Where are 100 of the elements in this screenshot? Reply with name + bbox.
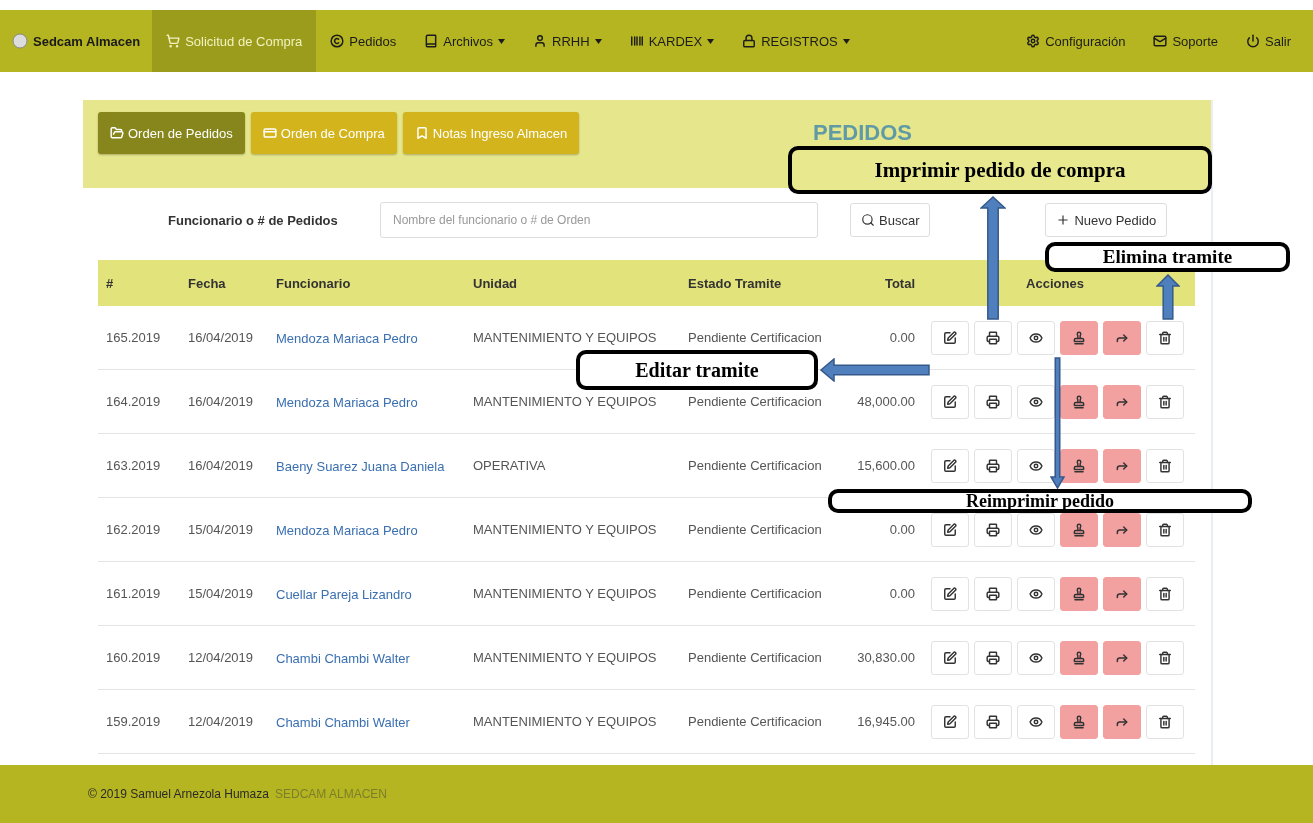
- edit-icon: [943, 586, 957, 601]
- column-header: Total: [883, 275, 915, 291]
- nav-item[interactable]: Configuración: [1012, 10, 1140, 72]
- nav-item[interactable]: RRHH: [519, 10, 616, 72]
- brand-link[interactable]: Sedcam Almacen: [8, 10, 153, 72]
- table-cell-text: 0.00: [888, 330, 915, 345]
- eye-icon: [1029, 394, 1043, 409]
- forward-button[interactable]: [1103, 576, 1141, 611]
- delete-button[interactable]: [1146, 384, 1184, 419]
- nav-item[interactable]: REGISTROS: [728, 10, 864, 72]
- employee-link[interactable]: Baeny Suarez Juana Daniela: [268, 458, 445, 474]
- table-cell-text: Pendiente Certificacion: [687, 458, 823, 473]
- lock-icon: [742, 34, 757, 48]
- print-button[interactable]: [974, 576, 1012, 611]
- column-header: Acciones: [1025, 275, 1085, 291]
- edit-button[interactable]: [931, 640, 969, 675]
- table-cell-text: MANTENIMIENTO Y EQUIPOS: [472, 650, 658, 665]
- table-cell-text: Pendiente Certificacion: [687, 586, 823, 601]
- nav-item[interactable]: Archivos: [410, 10, 520, 72]
- table-cell-text: 12/04/2019: [187, 714, 255, 729]
- stamp-button[interactable]: [1060, 704, 1098, 739]
- table-cell-text: MANTENIMIENTO Y EQUIPOS: [472, 714, 658, 729]
- print-button[interactable]: [974, 704, 1012, 739]
- stamp-button[interactable]: [1060, 384, 1098, 419]
- forward-button[interactable]: [1103, 704, 1141, 739]
- trash-icon: [1158, 650, 1172, 665]
- forward-button[interactable]: [1103, 640, 1141, 675]
- print-button[interactable]: [974, 320, 1012, 355]
- view-button[interactable]: [1017, 576, 1055, 611]
- trash-icon: [1158, 330, 1172, 345]
- view-button[interactable]: [1017, 704, 1055, 739]
- stamp-icon: [1072, 650, 1086, 665]
- view-button[interactable]: [1017, 512, 1055, 547]
- stamp-button[interactable]: [1060, 448, 1098, 483]
- forward-button[interactable]: [1103, 512, 1141, 547]
- delete-button[interactable]: [1146, 640, 1184, 675]
- table-cell-text: MANTENIMIENTO Y EQUIPOS: [472, 394, 658, 409]
- print-button[interactable]: [974, 640, 1012, 675]
- print-button[interactable]: [974, 512, 1012, 547]
- user-icon: [533, 34, 548, 48]
- view-button[interactable]: [1017, 320, 1055, 355]
- table-cell-text: Pendiente Certificacion: [687, 330, 823, 345]
- forward-button[interactable]: [1103, 320, 1141, 355]
- stamp-icon: [1072, 586, 1086, 601]
- view-button[interactable]: [1017, 384, 1055, 419]
- tab[interactable]: Orden de Pedidos: [98, 112, 245, 154]
- nav-item[interactable]: Salir: [1232, 10, 1305, 72]
- edit-icon: [943, 458, 957, 473]
- page-title: PEDIDOS: [813, 120, 914, 146]
- edit-button[interactable]: [931, 320, 969, 355]
- search-label: Funcionario o # de Pedidos: [168, 212, 339, 228]
- table-cell-text: OPERATIVA: [472, 458, 547, 473]
- edit-button[interactable]: [931, 384, 969, 419]
- delete-button[interactable]: [1146, 320, 1184, 355]
- trash-icon: [1158, 458, 1172, 473]
- stamp-button[interactable]: [1060, 576, 1098, 611]
- delete-button[interactable]: [1146, 448, 1184, 483]
- print-button[interactable]: [974, 384, 1012, 419]
- trash-icon: [1158, 586, 1172, 601]
- search-icon: [861, 213, 875, 227]
- edit-icon: [943, 394, 957, 409]
- print-button[interactable]: [974, 448, 1012, 483]
- edit-button[interactable]: [931, 448, 969, 483]
- employee-link[interactable]: Mendoza Mariaca Pedro: [268, 394, 418, 410]
- eye-icon: [1029, 330, 1043, 345]
- delete-button[interactable]: [1146, 512, 1184, 547]
- delete-button[interactable]: [1146, 576, 1184, 611]
- edit-button[interactable]: [931, 512, 969, 547]
- table-cell-text: 165.2019: [105, 330, 162, 345]
- employee-link[interactable]: Chambi Chambi Walter: [268, 650, 410, 666]
- view-button[interactable]: [1017, 640, 1055, 675]
- employee-link[interactable]: Mendoza Mariaca Pedro: [268, 330, 418, 346]
- forward-button[interactable]: [1103, 448, 1141, 483]
- stamp-button[interactable]: [1060, 640, 1098, 675]
- employee-link[interactable]: Cuellar Pareja Lizandro: [268, 586, 412, 602]
- view-button[interactable]: [1017, 448, 1055, 483]
- nav-item[interactable]: Soporte: [1139, 10, 1232, 72]
- delete-button[interactable]: [1146, 704, 1184, 739]
- nav-item[interactable]: Pedidos: [316, 10, 411, 72]
- stamp-icon: [1072, 330, 1086, 345]
- table-cell-text: 159.2019: [105, 714, 162, 729]
- forward-button[interactable]: [1103, 384, 1141, 419]
- search-field[interactable]: Nombre del funcionario o # de Orden: [380, 202, 818, 238]
- edit-button[interactable]: [931, 576, 969, 611]
- search-button[interactable]: Buscar: [850, 203, 931, 237]
- edit-icon: [943, 714, 957, 729]
- employee-link[interactable]: Mendoza Mariaca Pedro: [268, 522, 418, 538]
- nav-item[interactable]: KARDEX: [615, 10, 729, 72]
- stamp-button[interactable]: [1060, 512, 1098, 547]
- edit-icon: [943, 330, 957, 345]
- new-order-button[interactable]: Nuevo Pedido: [1045, 203, 1168, 237]
- arrow: [1156, 274, 1180, 320]
- edit-icon: [943, 522, 957, 537]
- copyright-icon: [330, 34, 345, 48]
- stamp-button[interactable]: [1060, 320, 1098, 355]
- employee-link[interactable]: Chambi Chambi Walter: [268, 714, 410, 730]
- printer-icon: [986, 522, 1000, 537]
- edit-button[interactable]: [931, 704, 969, 739]
- card-icon: [262, 126, 277, 140]
- table-cell-text: 48,000.00: [856, 394, 915, 409]
